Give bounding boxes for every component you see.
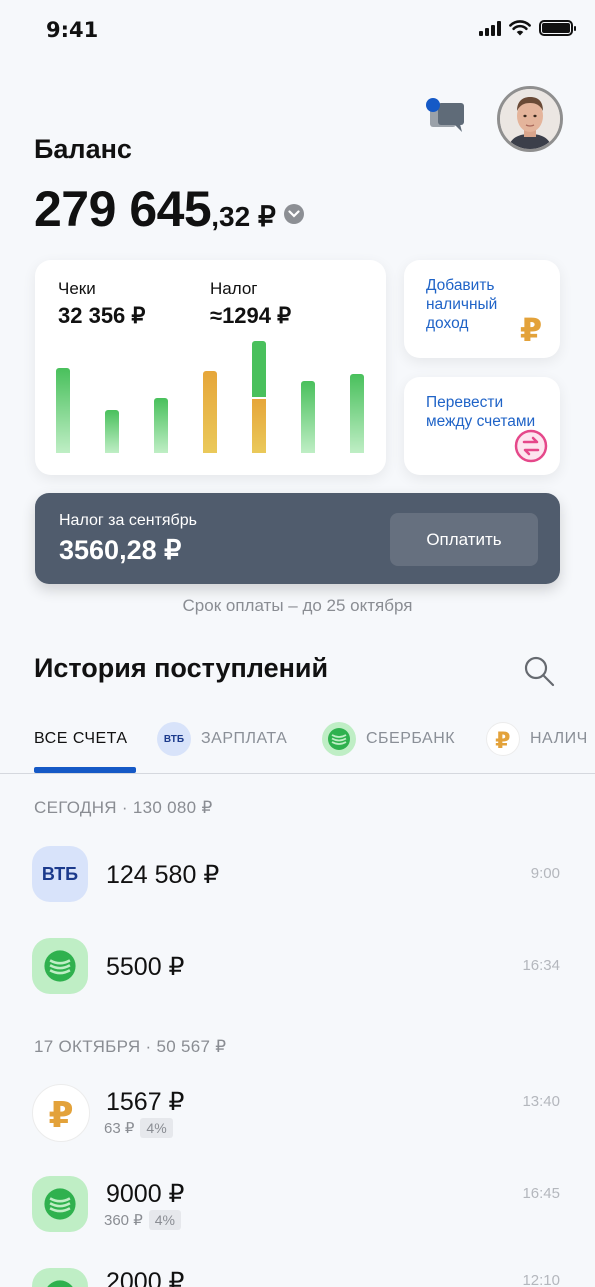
search-button[interactable]	[522, 654, 556, 688]
tab-all-accounts[interactable]: ВСЕ СЧЕТА	[34, 718, 128, 760]
svg-text:₽: ₽	[520, 312, 542, 346]
tab-salary[interactable]: ВТБ ЗАРПЛАТА	[157, 718, 287, 760]
battery-icon	[539, 20, 576, 36]
tax-rate-badge: 4%	[148, 1210, 181, 1230]
sber-icon	[32, 1176, 88, 1232]
tab-label: СБЕРБАНК	[366, 730, 456, 747]
transaction-amount: 2000 ₽	[106, 1268, 185, 1287]
svg-text:₽: ₽	[495, 729, 511, 751]
add-cash-income-button[interactable]: Добавить наличный доход ₽	[404, 260, 560, 358]
chart-bar	[203, 371, 217, 453]
ruble-icon: ₽	[486, 722, 520, 756]
chat-button[interactable]	[424, 98, 468, 138]
status-icons	[479, 20, 576, 36]
vtb-icon: ВТБ	[32, 846, 88, 902]
transaction-row[interactable]: 9000 ₽ 360 ₽ 4% 16:45	[0, 1169, 595, 1239]
transfer-label: Перевести между счетами	[426, 394, 536, 430]
balance-cents: ,32 ₽	[211, 201, 276, 232]
tax-value: ≈1294 ₽	[210, 303, 292, 328]
tab-label: НАЛИЧ	[530, 730, 588, 747]
tax-card: Налог за сентябрь 3560,28 ₽ Оплатить	[35, 493, 560, 584]
tab-label: ВСЕ СЧЕТА	[34, 730, 128, 747]
notification-dot	[426, 98, 440, 112]
vtb-icon: ВТБ	[157, 722, 191, 756]
transaction-time: 16:34	[522, 957, 560, 974]
tab-cash[interactable]: ₽ НАЛИЧ	[486, 718, 588, 760]
transaction-time: 13:40	[522, 1093, 560, 1110]
balance-dropdown-button[interactable]	[283, 204, 304, 224]
transaction-amount: 9000 ₽	[106, 1180, 185, 1208]
balance-label: Баланс	[34, 134, 132, 164]
transfer-between-accounts-button[interactable]: Перевести между счетами	[404, 377, 560, 475]
tax-rate-badge: 4%	[140, 1118, 173, 1138]
transaction-amount: 124 580 ₽	[106, 861, 220, 889]
svg-text:₽: ₽	[48, 1095, 73, 1132]
active-tab-indicator	[34, 767, 136, 773]
balance-amount: 279 645	[34, 181, 212, 237]
history-title: История поступлений	[34, 653, 329, 683]
transaction-row[interactable]: 2000 ₽ 12:10	[0, 1261, 595, 1287]
transaction-time: 9:00	[530, 865, 560, 882]
stats-card[interactable]: Чеки 32 356 ₽ Налог ≈1294 ₽	[35, 260, 386, 475]
sber-icon	[322, 722, 356, 756]
payment-due-text: Срок оплаты – до 25 октября	[182, 596, 413, 615]
section-header-today: СЕГОДНЯ · 130 080 ₽	[34, 798, 213, 817]
checks-label: Чеки	[58, 279, 96, 298]
chart-bar	[350, 374, 364, 453]
sber-icon	[32, 938, 88, 994]
transaction-amount: 1567 ₽	[106, 1088, 185, 1116]
account-tabs: ВСЕ СЧЕТА ВТБ ЗАРПЛАТА СБЕРБАНК ₽ НАЛИЧ	[0, 718, 595, 774]
transaction-tax: 360 ₽ 4%	[104, 1210, 181, 1230]
transaction-time: 12:10	[522, 1272, 560, 1287]
checks-value: 32 356 ₽	[58, 303, 146, 328]
chart-bar	[56, 368, 70, 453]
tax-amount: 360 ₽	[104, 1212, 143, 1229]
tax-amount: 63 ₽	[104, 1120, 135, 1137]
tax-label: Налог	[210, 279, 258, 298]
tab-label: ЗАРПЛАТА	[201, 730, 288, 747]
transaction-row[interactable]: ₽ 1567 ₽ 63 ₽ 4% 13:40	[0, 1077, 595, 1147]
search-icon	[524, 656, 555, 687]
chart-bar-tax-segment	[252, 397, 266, 453]
chart-bar	[105, 410, 119, 453]
avatar[interactable]	[497, 86, 563, 152]
wifi-icon	[509, 20, 531, 36]
transaction-time: 16:45	[522, 1185, 560, 1202]
tab-sberbank[interactable]: СБЕРБАНК	[322, 718, 455, 760]
balance-value: 279 645 ,32 ₽	[34, 180, 304, 238]
tax-month-label: Налог за сентябрь	[59, 512, 197, 529]
transaction-tax: 63 ₽ 4%	[104, 1118, 173, 1138]
chart-bar	[154, 398, 168, 453]
status-time: 9:41	[46, 18, 99, 42]
cellular-signal-icon	[479, 20, 501, 36]
chevron-down-icon	[288, 210, 300, 218]
tax-amount: 3560,28 ₽	[59, 535, 182, 565]
sber-icon	[32, 1268, 88, 1287]
transaction-row[interactable]: ВТБ 124 580 ₽ 9:00	[0, 839, 595, 909]
transaction-amount: 5500 ₽	[106, 953, 185, 981]
chart-bar	[301, 381, 315, 453]
ruble-icon: ₽	[32, 1084, 90, 1142]
transaction-row[interactable]: 5500 ₽ 16:34	[0, 931, 595, 1001]
ruble-icon: ₽	[520, 312, 542, 346]
user-photo	[500, 89, 560, 149]
transfer-icon	[514, 429, 548, 463]
status-bar: 9:41	[0, 0, 595, 60]
section-header-oct-17: 17 ОКТЯБРЯ · 50 567 ₽	[34, 1037, 227, 1056]
pay-button[interactable]: Оплатить	[390, 513, 538, 566]
